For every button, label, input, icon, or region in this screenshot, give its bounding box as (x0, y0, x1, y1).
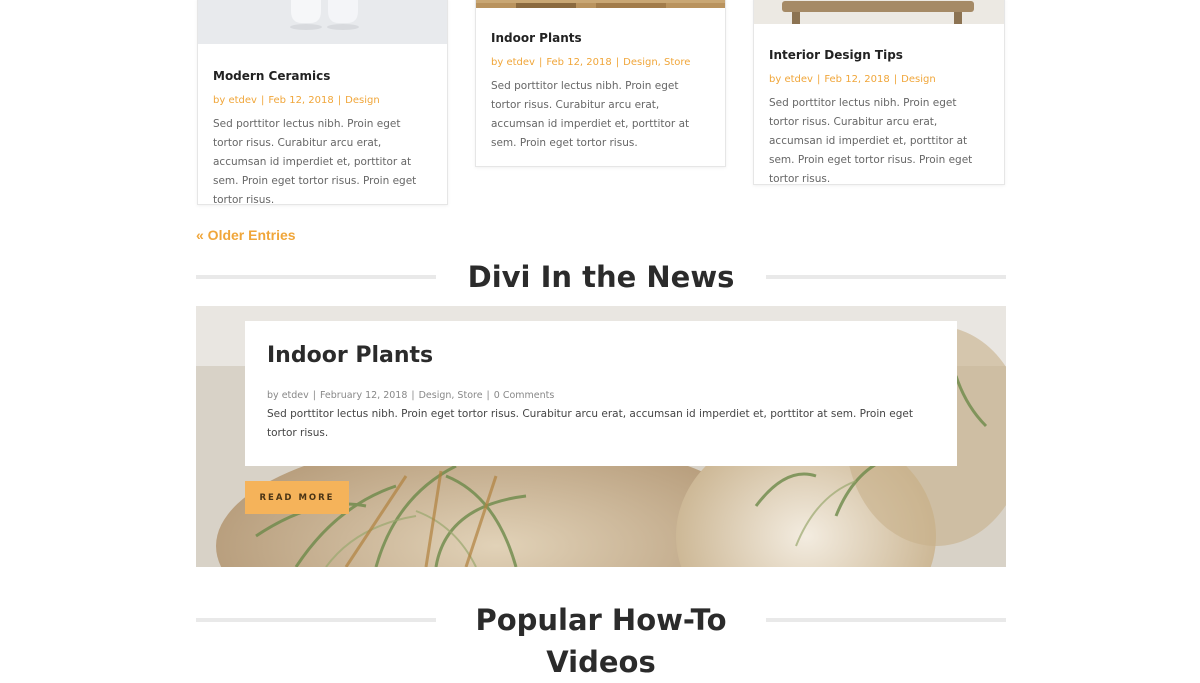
plant-image (476, 3, 725, 8)
section-divider-left (196, 618, 436, 622)
post-thumbnail-stool[interactable] (754, 0, 1004, 24)
section-divider-left (196, 275, 436, 279)
post-excerpt: Sed porttitor lectus nibh. Proin eget to… (769, 97, 973, 185)
blog-card: Indoor Plants by etdev | Feb 12, 2018 | Desi… (475, 0, 726, 167)
stool-image (754, 0, 1004, 24)
category-link[interactable]: Design (901, 74, 936, 85)
meta-prefix: by (267, 390, 279, 401)
post-meta: by etdev | Feb 12, 2018 | Design (769, 74, 936, 85)
post-meta: by etdev | Feb 12, 2018 | Design, Store (491, 57, 690, 68)
meta-separator: | (538, 57, 543, 68)
post-date: February 12, 2018 (319, 390, 408, 401)
post-meta: by etdev | Feb 12, 2018 | Design (213, 95, 380, 106)
section-divider-right (766, 275, 1006, 279)
post-date: Feb 12, 2018 (824, 74, 890, 85)
post-date: Feb 12, 2018 (546, 57, 612, 68)
category-link[interactable]: Design (345, 95, 380, 106)
older-entries-link[interactable]: « Older Entries (196, 227, 296, 243)
section-divider-right (766, 618, 1006, 622)
meta-separator: | (486, 390, 490, 401)
news-section-heading: Divi In the News (467, 260, 735, 294)
comments-link[interactable]: 0 Comments (494, 390, 555, 401)
author-link[interactable]: etdev (784, 74, 813, 85)
news-post-excerpt: Sed porttitor lectus nibh. Proin eget to… (267, 408, 913, 439)
author-link[interactable]: etdev (228, 95, 257, 106)
blog-card: Interior Design Tips by etdev | Feb 12, 20… (753, 0, 1005, 185)
post-thumbnail-plants[interactable] (476, 0, 725, 8)
news-post-card: Indoor Plants by etdev | February 12, 2018… (245, 321, 957, 466)
author-link[interactable]: etdev (506, 57, 535, 68)
meta-separator: | (312, 390, 316, 401)
meta-prefix: by (491, 57, 504, 68)
meta-separator: | (411, 390, 415, 401)
read-more-button[interactable]: READ MORE (245, 481, 349, 514)
blog-card: Modern Ceramics by etdev | Feb 12, 2018 | De… (197, 0, 448, 206)
category-links[interactable]: Design, Store (419, 390, 483, 401)
author-link[interactable]: etdev (282, 390, 309, 401)
post-excerpt: Sed porttitor lectus nibh. Proin eget to… (491, 80, 690, 149)
meta-prefix: by (769, 74, 782, 85)
meta-separator: | (615, 57, 620, 68)
meta-separator: | (816, 74, 821, 85)
videos-section-heading: Popular How-To Videos (440, 599, 762, 683)
post-date: Feb 12, 2018 (268, 95, 334, 106)
meta-separator: | (893, 74, 898, 85)
category-link[interactable]: Store (664, 57, 690, 68)
videos-heading-line-1: Popular How-To (475, 603, 727, 637)
news-post-title[interactable]: Indoor Plants (267, 343, 433, 368)
vase-image (198, 0, 447, 44)
category-link[interactable]: Design (623, 57, 658, 68)
meta-separator: | (337, 95, 342, 106)
meta-prefix: by (213, 95, 226, 106)
post-title[interactable]: Modern Ceramics (213, 69, 330, 83)
post-title[interactable]: Indoor Plants (491, 31, 582, 45)
post-title[interactable]: Interior Design Tips (769, 48, 903, 62)
news-post-meta: by etdev | February 12, 2018 | Design, Store… (267, 390, 554, 401)
videos-heading-line-2: Videos (546, 645, 656, 679)
post-thumbnail-vases[interactable] (198, 0, 447, 44)
meta-separator: | (260, 95, 265, 106)
post-excerpt: Sed porttitor lectus nibh. Proin eget to… (213, 118, 417, 206)
